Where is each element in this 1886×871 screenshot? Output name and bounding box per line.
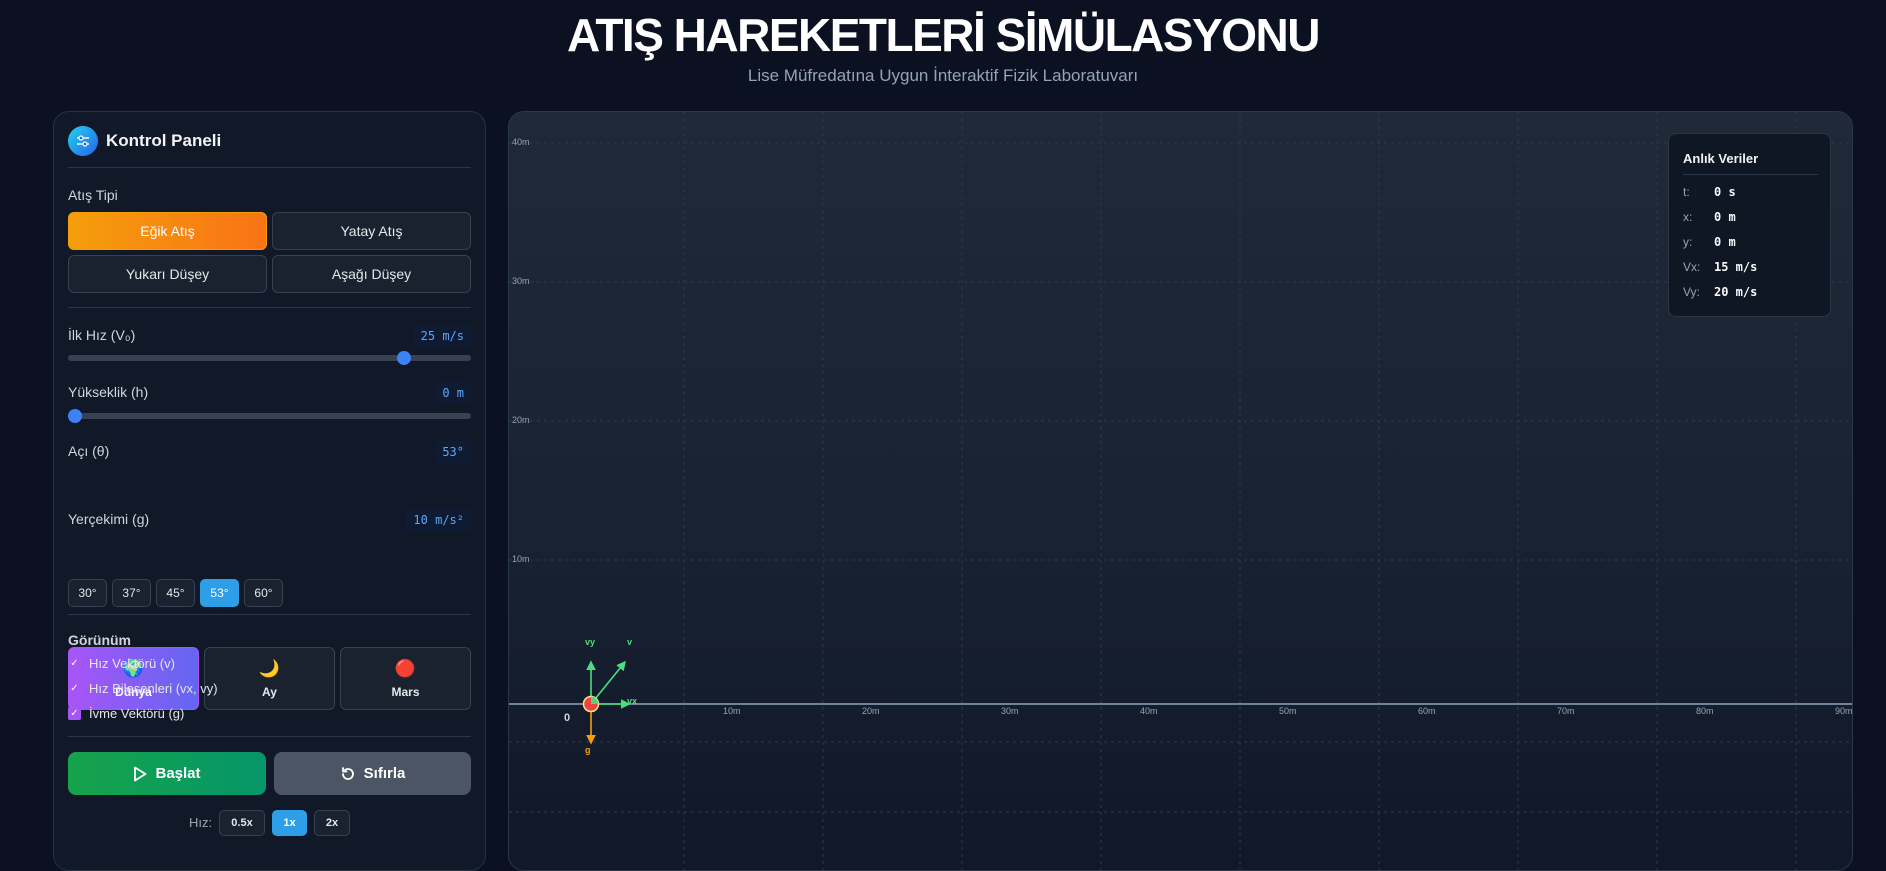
play-icon	[134, 766, 147, 781]
mars-icon: 🔴	[394, 658, 417, 678]
planet-mars-button[interactable]: 🔴 Mars	[340, 647, 471, 710]
live-data-row: Vy: 20 m/s	[1683, 285, 1757, 299]
checkbox-label: Hız Vektörü (v)	[89, 656, 175, 671]
playback-speed-label: Hız:	[189, 815, 213, 830]
x-tick-label: 70m	[1557, 706, 1575, 716]
vx-label: vx	[627, 696, 638, 706]
angle-label: Açı (θ)	[68, 443, 110, 459]
angle-marker	[591, 696, 599, 704]
launch-type-up-button[interactable]: Yukarı Düşey	[68, 255, 267, 293]
y-tick-label: 10m	[512, 554, 530, 564]
panel-title: Kontrol Paneli	[106, 131, 222, 150]
angle-37-button[interactable]: 37°	[112, 579, 151, 607]
page-subtitle: Lise Müfredatına Uygun İnteraktif Fizik …	[747, 66, 1139, 85]
v-label: v	[627, 637, 633, 647]
slider-thumb[interactable]	[396, 351, 411, 365]
x-tick-label: 30m	[1001, 706, 1019, 716]
data-key: Vy:	[1683, 285, 1700, 299]
live-data-row: y: 0 m	[1683, 235, 1736, 249]
angle-53-button[interactable]: 53°	[200, 579, 239, 607]
speed-1x-button[interactable]: 1x	[272, 810, 307, 836]
data-key: t:	[1683, 185, 1690, 199]
launch-type-label: Atış Tipi	[68, 187, 118, 203]
initial-speed-slider[interactable]	[68, 351, 471, 365]
planet-label: Ay	[262, 684, 277, 699]
divider	[1683, 174, 1818, 175]
launch-type-horizontal-button[interactable]: Yatay Atış	[272, 212, 471, 250]
reset-label: Sıfırla	[363, 765, 406, 782]
divider	[68, 736, 471, 737]
launch-type-oblique-button[interactable]: Eğik Atış	[68, 212, 267, 250]
simulation-grid	[509, 112, 1852, 870]
x-tick-label: 80m	[1696, 706, 1714, 716]
moon-icon: 🌙	[258, 658, 281, 678]
checkbox-label: Hız Bileşenleri (vx, vy)	[89, 681, 218, 696]
checkbox-checked-icon[interactable]: ✓	[68, 682, 81, 695]
divider	[68, 167, 471, 168]
height-value: 0 m	[435, 382, 471, 404]
slider-thumb[interactable]	[68, 409, 82, 423]
angle-60-button[interactable]: 60°	[244, 579, 283, 607]
start-label: Başlat	[155, 765, 201, 782]
data-value: 15 m/s	[1714, 260, 1758, 274]
data-value: 20 m/s	[1714, 285, 1758, 299]
divider	[68, 614, 471, 615]
speed-0.5x-button[interactable]: 0.5x	[219, 810, 265, 836]
live-data-row: x: 0 m	[1683, 210, 1736, 224]
live-data-panel: Anlık Veriler t: 0 s x: 0 m y: 0 m Vx: 1…	[1668, 133, 1831, 317]
divider	[68, 307, 471, 308]
panel-header: Kontrol Paneli	[68, 126, 221, 156]
vector-overlay	[582, 660, 631, 745]
acceleration-vector-toggle[interactable]: ✓ İvme Vektörü (g)	[68, 706, 184, 721]
data-value: 0 m	[1714, 210, 1736, 224]
launch-type-down-button[interactable]: Aşağı Düşey	[272, 255, 471, 293]
x-tick-label: 40m	[1140, 706, 1158, 716]
checkbox-checked-icon[interactable]: ✓	[68, 657, 81, 670]
data-key: y:	[1683, 235, 1693, 249]
planet-moon-button[interactable]: 🌙 Ay	[204, 647, 335, 710]
checkbox-checked-icon[interactable]: ✓	[68, 707, 81, 720]
velocity-vector-toggle[interactable]: ✓ Hız Vektörü (v)	[68, 656, 175, 671]
x-tick-label: 20m	[862, 706, 880, 716]
y-tick-label: 40m	[512, 137, 530, 147]
data-key: Vx:	[1683, 260, 1701, 274]
height-slider[interactable]	[68, 409, 471, 423]
page-title: ATIŞ HAREKETLERİ SİMÜLASYONU	[567, 9, 1320, 61]
y-tick-label: 20m	[512, 415, 530, 425]
live-data-row: t: 0 s	[1683, 185, 1736, 199]
gravity-value: 10 m/s²	[406, 509, 471, 531]
data-key: x:	[1683, 210, 1693, 224]
reset-button[interactable]: Sıfırla	[274, 752, 471, 795]
speed-2x-button[interactable]: 2x	[314, 810, 350, 836]
gravity-label: Yerçekimi (g)	[68, 511, 150, 527]
live-data-row: Vx: 15 m/s	[1683, 260, 1757, 274]
checkbox-label: İvme Vektörü (g)	[89, 706, 185, 721]
vy-label: vy	[585, 637, 596, 647]
initial-speed-label: İlk Hız (V₀)	[68, 327, 136, 343]
data-value: 0 s	[1714, 185, 1736, 199]
angle-45-button[interactable]: 45°	[156, 579, 195, 607]
live-data-title: Anlık Veriler	[1683, 151, 1759, 166]
view-label: Görünüm	[68, 632, 131, 648]
angle-value: 53°	[435, 441, 471, 463]
reset-icon	[341, 766, 354, 780]
sliders-icon	[68, 126, 98, 156]
data-value: 0 m	[1714, 235, 1736, 249]
velocity-components-toggle[interactable]: ✓ Hız Bileşenleri (vx, vy)	[68, 681, 218, 696]
angle-30-button[interactable]: 30°	[68, 579, 107, 607]
planet-label: Mars	[391, 684, 420, 699]
x-tick-label: 10m	[723, 706, 741, 716]
g-label: g	[585, 745, 591, 755]
height-label: Yükseklik (h)	[68, 384, 149, 400]
x-tick-label: 50m	[1279, 706, 1297, 716]
simulation-canvas[interactable]: 40m 30m 20m 10m 10m 20m 30m 40m 50m 60m …	[508, 111, 1853, 871]
x-tick-label: 90m	[1835, 706, 1853, 716]
start-button[interactable]: Başlat	[68, 752, 266, 795]
y-tick-label: 30m	[512, 276, 530, 286]
x-tick-label: 60m	[1418, 706, 1436, 716]
initial-speed-value: 25 m/s	[413, 325, 471, 347]
